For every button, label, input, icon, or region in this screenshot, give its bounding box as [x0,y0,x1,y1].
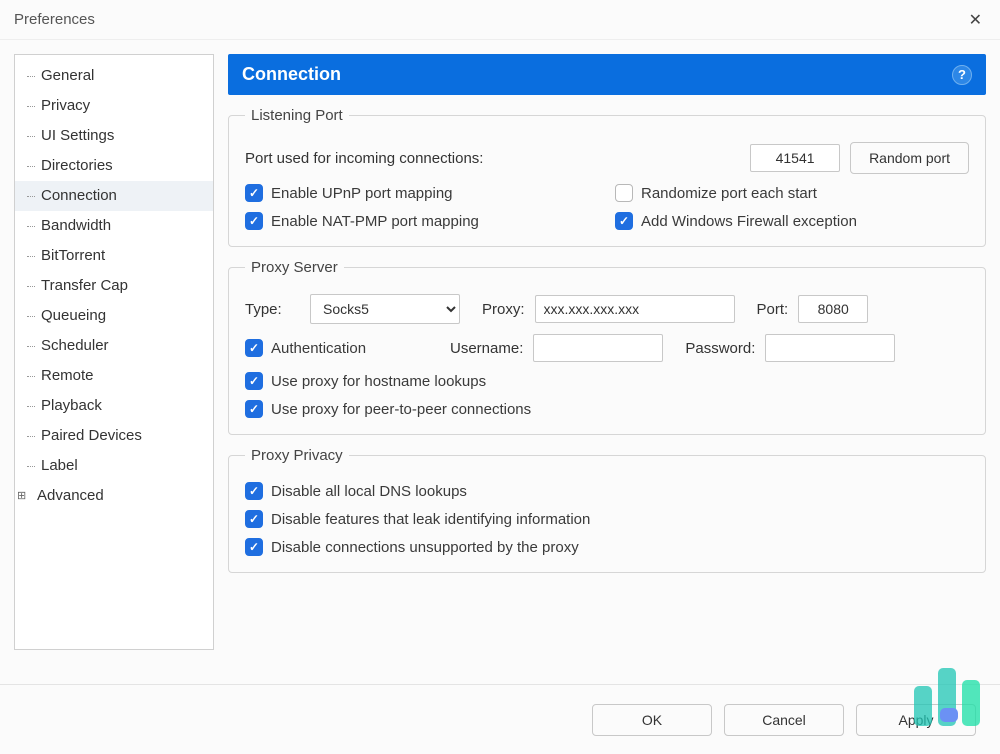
help-icon[interactable]: ? [952,65,972,85]
proxy-host-label: Proxy: [482,301,525,318]
proxy-legend: Proxy Server [245,259,344,276]
ok-button[interactable]: OK [592,704,712,736]
proxy-hostname-lookups-checkbox[interactable]: Use proxy for hostname lookups [245,372,486,390]
checkbox-label: Use proxy for peer-to-peer connections [271,401,531,418]
proxy-type-select[interactable]: Socks5 [310,294,460,324]
checkbox-icon [245,212,263,230]
proxy-privacy-group: Proxy Privacy Disable all local DNS look… [228,447,986,573]
sidebar-item-label: Label [41,457,78,474]
enable-upnp-checkbox[interactable]: Enable UPnP port mapping [245,184,575,202]
window-title: Preferences [14,11,95,28]
proxy-host-input[interactable] [535,295,735,323]
checkbox-icon [245,184,263,202]
proxy-p2p-checkbox[interactable]: Use proxy for peer-to-peer connections [245,400,531,418]
proxy-auth-checkbox[interactable]: Authentication [245,339,440,357]
proxy-type-label: Type: [245,301,300,318]
listening-port-label: Port used for incoming connections: [245,150,483,167]
checkbox-label: Enable NAT-PMP port mapping [271,213,479,230]
sidebar-item-label: General [41,67,94,84]
firewall-exception-checkbox[interactable]: Add Windows Firewall exception [615,212,857,230]
proxy-username-label: Username: [450,340,523,357]
sidebar-item-remote[interactable]: Remote [15,361,213,391]
checkbox-label: Use proxy for hostname lookups [271,373,486,390]
listening-port-input[interactable] [750,144,840,172]
checkbox-label: Add Windows Firewall exception [641,213,857,230]
checkbox-icon [245,339,263,357]
main-panel: Connection ? Listening Port Port used fo… [228,54,986,650]
sidebar-item-label: Remote [41,367,94,384]
sidebar-item-label: BitTorrent [41,247,105,264]
checkbox-label: Authentication [271,340,366,357]
listening-port-group: Listening Port Port used for incoming co… [228,107,986,247]
sidebar-item-label: Bandwidth [41,217,111,234]
proxy-port-label: Port: [757,301,789,318]
sidebar-item-label: Paired Devices [41,427,142,444]
proxy-username-input[interactable] [533,334,663,362]
cancel-button[interactable]: Cancel [724,704,844,736]
sidebar-item-general[interactable]: General [15,61,213,91]
sidebar-item-connection[interactable]: Connection [15,181,213,211]
checkbox-icon [245,372,263,390]
apply-button[interactable]: Apply [856,704,976,736]
enable-natpmp-checkbox[interactable]: Enable NAT-PMP port mapping [245,212,575,230]
sidebar-item-bittorrent[interactable]: BitTorrent [15,241,213,271]
checkbox-icon [245,538,263,556]
sidebar-item-scheduler[interactable]: Scheduler [15,331,213,361]
checkbox-icon [245,510,263,528]
sidebar-item-label[interactable]: Label [15,451,213,481]
disable-unsupported-checkbox[interactable]: Disable connections unsupported by the p… [245,538,579,556]
sidebar-item-ui-settings[interactable]: UI Settings [15,121,213,151]
sidebar-item-label: Transfer Cap [41,277,128,294]
section-header: Connection ? [228,54,986,95]
checkbox-label: Disable connections unsupported by the p… [271,539,579,556]
sidebar-tree: General Privacy UI Settings Directories … [14,54,214,650]
disable-leak-checkbox[interactable]: Disable features that leak identifying i… [245,510,590,528]
checkbox-icon [245,400,263,418]
checkbox-icon [615,212,633,230]
content-area: General Privacy UI Settings Directories … [0,40,1000,664]
sidebar-item-label: Directories [41,157,113,174]
sidebar-item-bandwidth[interactable]: Bandwidth [15,211,213,241]
titlebar: Preferences ✕ [0,0,1000,40]
dialog-footer: OK Cancel Apply [0,684,1000,754]
checkbox-label: Enable UPnP port mapping [271,185,453,202]
sidebar-item-playback[interactable]: Playback [15,391,213,421]
checkbox-label: Randomize port each start [641,185,817,202]
sidebar-item-transfer-cap[interactable]: Transfer Cap [15,271,213,301]
sidebar-item-label: Connection [41,187,117,204]
checkbox-icon [615,184,633,202]
sidebar-item-label: Playback [41,397,102,414]
section-title: Connection [242,64,341,85]
sidebar-item-directories[interactable]: Directories [15,151,213,181]
listening-legend: Listening Port [245,107,349,124]
proxy-password-label: Password: [685,340,755,357]
sidebar-item-paired-devices[interactable]: Paired Devices [15,421,213,451]
sidebar-item-privacy[interactable]: Privacy [15,91,213,121]
proxy-password-input[interactable] [765,334,895,362]
sidebar-item-label: Scheduler [41,337,109,354]
close-icon[interactable]: ✕ [969,10,982,30]
proxy-server-group: Proxy Server Type: Socks5 Proxy: Port: A… [228,259,986,435]
sidebar-item-queueing[interactable]: Queueing [15,301,213,331]
privacy-legend: Proxy Privacy [245,447,349,464]
proxy-port-input[interactable] [798,295,868,323]
checkbox-label: Disable all local DNS lookups [271,483,467,500]
checkbox-icon [245,482,263,500]
sidebar-item-label: Queueing [41,307,106,324]
random-port-button[interactable]: Random port [850,142,969,174]
disable-dns-checkbox[interactable]: Disable all local DNS lookups [245,482,467,500]
sidebar-item-advanced[interactable]: Advanced [15,481,213,511]
randomize-port-checkbox[interactable]: Randomize port each start [615,184,817,202]
sidebar-item-label: Privacy [41,97,90,114]
checkbox-label: Disable features that leak identifying i… [271,511,590,528]
sidebar-item-label: UI Settings [41,127,114,144]
sidebar-item-label: Advanced [37,487,104,504]
